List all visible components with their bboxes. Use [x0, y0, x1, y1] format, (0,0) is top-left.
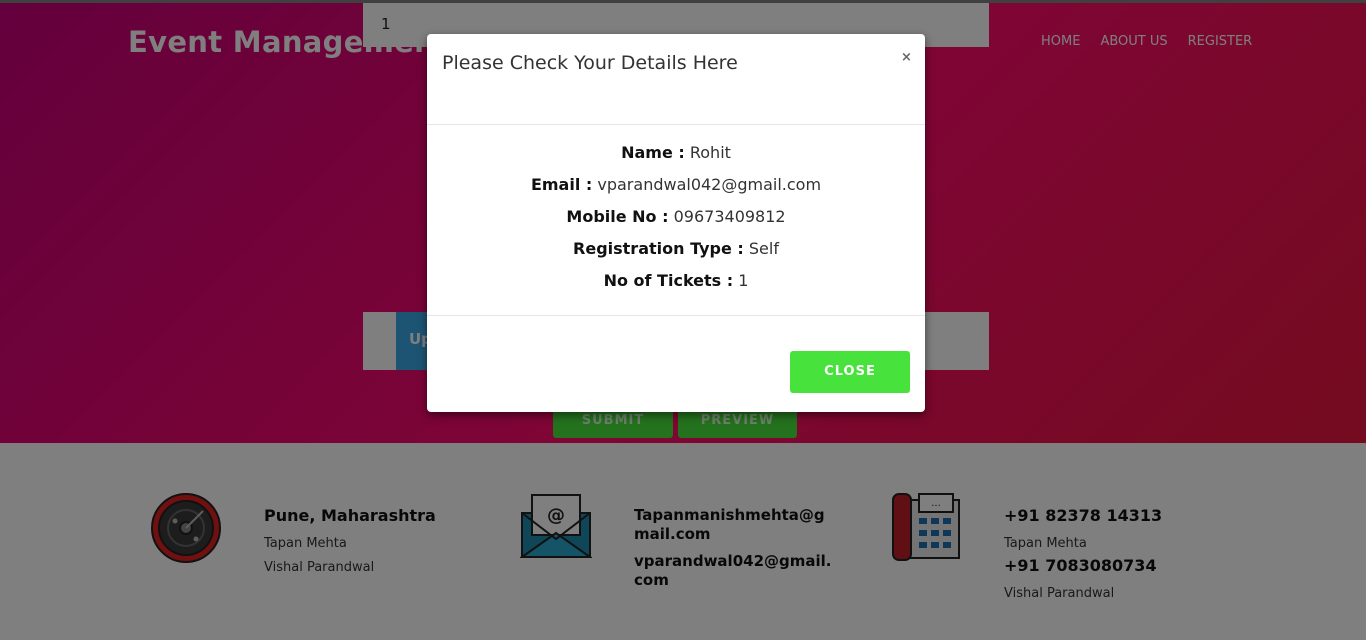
- detail-email: Email : vparandwal042@gmail.com: [427, 175, 925, 194]
- detail-registration-type-value: Self: [748, 239, 779, 258]
- detail-mobile-label: Mobile No :: [566, 207, 669, 226]
- close-button[interactable]: CLOSE: [790, 351, 910, 393]
- modal-title: Please Check Your Details Here: [442, 52, 738, 74]
- detail-email-value: vparandwal042@gmail.com: [597, 175, 822, 194]
- detail-tickets-value: 1: [738, 271, 749, 290]
- detail-mobile: Mobile No : 09673409812: [427, 207, 925, 226]
- detail-name-value: Rohit: [689, 143, 731, 162]
- detail-tickets-label: No of Tickets :: [603, 271, 734, 290]
- details-modal: Please Check Your Details Here × Name : …: [427, 34, 925, 412]
- detail-registration-type-label: Registration Type :: [573, 239, 744, 258]
- close-icon[interactable]: ×: [901, 50, 912, 65]
- detail-tickets: No of Tickets : 1: [427, 271, 925, 290]
- detail-registration-type: Registration Type : Self: [427, 239, 925, 258]
- modal-footer-divider: [427, 315, 925, 316]
- detail-name-label: Name :: [621, 143, 685, 162]
- detail-email-label: Email :: [530, 175, 593, 194]
- detail-mobile-value: 09673409812: [673, 207, 786, 226]
- modal-header-divider: [427, 124, 925, 125]
- detail-name: Name : Rohit: [427, 143, 925, 162]
